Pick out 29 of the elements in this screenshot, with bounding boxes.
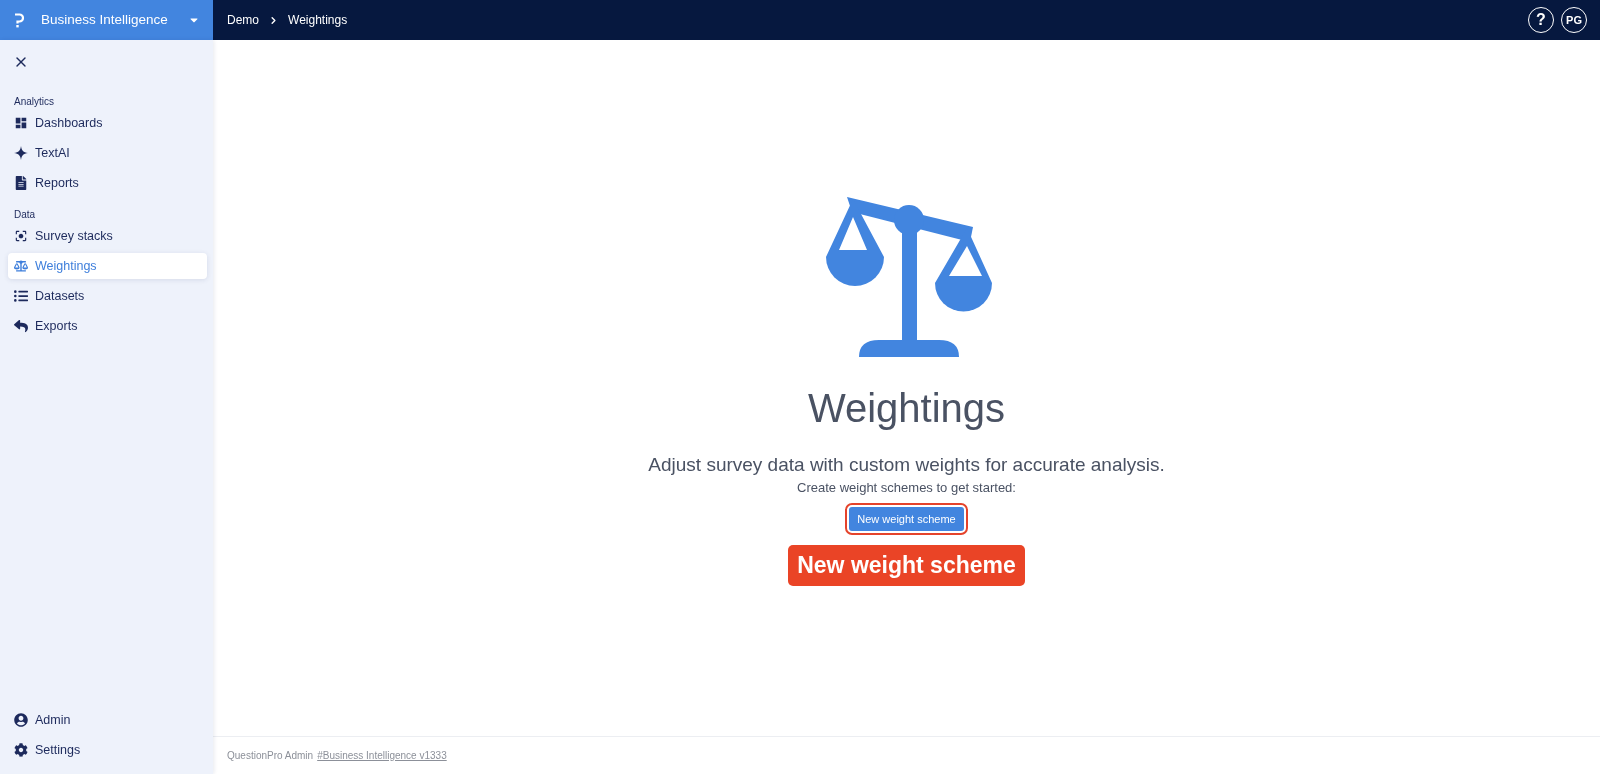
sidebar-item[interactable]: Datasets (8, 283, 207, 309)
reply-arrow-icon (14, 319, 28, 333)
scale-icon (14, 259, 28, 273)
logo-icon (14, 12, 24, 28)
page-description: Adjust survey data with custom weights for accurate analysis. (648, 453, 1165, 477)
dashboard-grid-icon (14, 116, 28, 130)
settings-icon (14, 743, 28, 757)
list-icon (14, 289, 28, 303)
sidebar-item[interactable]: Dashboards (8, 110, 207, 136)
focus-frame-icon (14, 229, 28, 243)
breadcrumb-current: Weightings (288, 12, 348, 29)
breadcrumb-link[interactable]: Demo (227, 11, 259, 29)
sidebar-item[interactable]: Weightings (8, 253, 207, 279)
footer-text: QuestionPro Admin (227, 749, 314, 763)
sparkle-icon (14, 146, 28, 160)
sidebar-item[interactable]: Settings (8, 737, 207, 763)
prompt-text: Create weight schemes to get started: (797, 479, 1016, 497)
sidebar-item[interactable]: TextAI (8, 140, 207, 166)
page-title: Weightings (807, 385, 1006, 432)
callout-label: New weight scheme (788, 545, 1025, 586)
document-icon (14, 176, 28, 190)
sidebar-section-heading: Analytics (14, 96, 55, 108)
sidebar-item[interactable]: Exports (8, 313, 207, 339)
sidebar-item[interactable]: Reports (8, 170, 207, 196)
sidebar-item[interactable]: Survey stacks (8, 223, 207, 249)
sidebar-section-heading: Data (14, 209, 37, 221)
app-switcher[interactable]: Business Intelligence (41, 9, 199, 31)
chevron-right-icon (268, 14, 279, 26)
sidebar-item[interactable]: Admin (8, 707, 207, 733)
